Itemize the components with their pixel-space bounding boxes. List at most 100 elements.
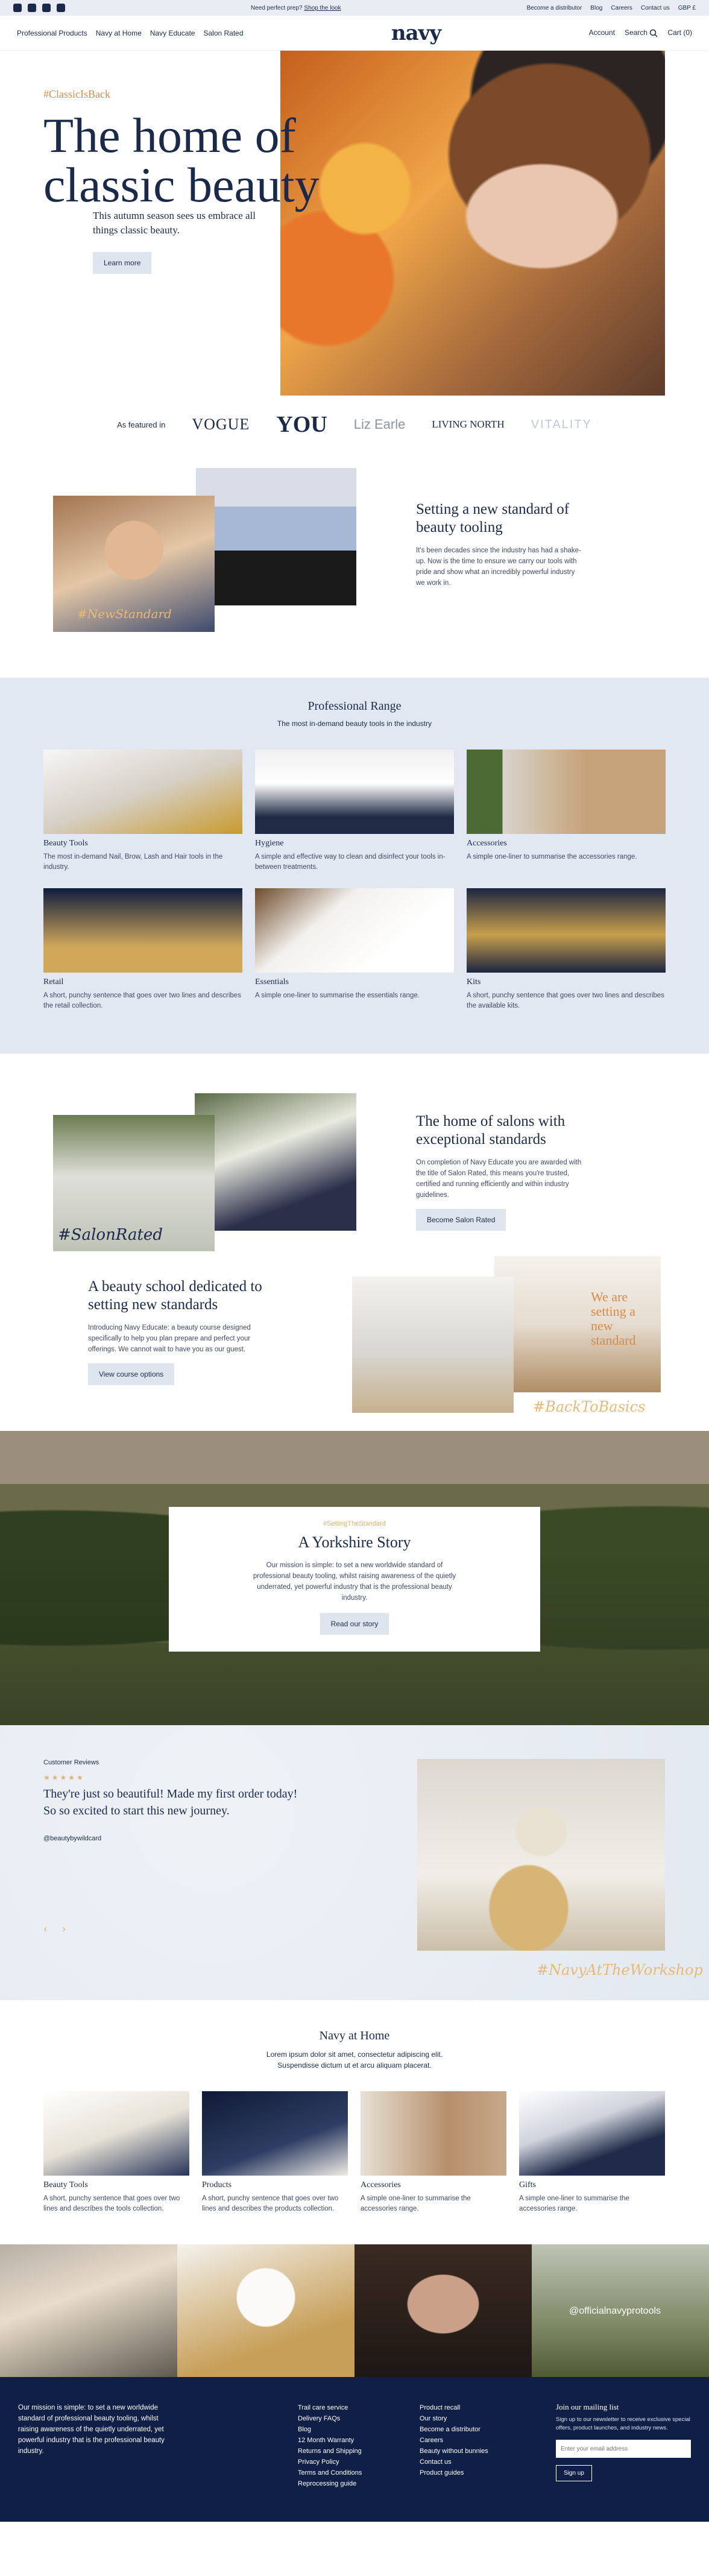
customer-review-section: Customer Reviews ★★★★★ They're just so b… — [0, 1725, 709, 2000]
home-tile-title: Accessories — [361, 2180, 401, 2189]
featured-label: As featured in — [117, 420, 166, 429]
facebook-icon[interactable] — [28, 4, 36, 12]
story-card: #SettingTheStandard A Yorkshire Story Ou… — [169, 1507, 540, 1652]
range-image — [255, 750, 454, 834]
instagram-post[interactable] — [0, 2244, 177, 2377]
review-handle: @beautybywildcard — [43, 1835, 102, 1842]
home-image — [519, 2091, 665, 2176]
cart-label: Cart — [667, 28, 681, 37]
footer-link[interactable]: Careers — [420, 2435, 488, 2446]
home-tile-desc: A short, punchy sentence that goes over … — [202, 2195, 339, 2212]
main-nav: Professional Products Navy at Home Navy … — [17, 29, 244, 37]
story-body: Our mission is simple: to set a new worl… — [253, 1562, 456, 1602]
newsletter-email-input[interactable] — [556, 2440, 691, 2458]
newsletter-signup-button[interactable]: Sign up — [556, 2465, 592, 2481]
utility-link-careers[interactable]: Careers — [611, 5, 632, 11]
newsletter-desc: Sign up to our newsletter to receive exc… — [556, 2416, 690, 2431]
home-tile-products[interactable]: Products A short, punchy sentence that g… — [202, 2091, 348, 2214]
liz-earle-logo: Liz Earle — [353, 417, 406, 432]
footer-link[interactable]: Become a distributor — [420, 2424, 488, 2435]
nav-item-professional-products[interactable]: Professional Products — [17, 29, 87, 37]
footer-link[interactable]: Reprocessing guide — [298, 2478, 362, 2489]
account-link[interactable]: Account — [589, 28, 615, 37]
instagram-post[interactable] — [177, 2244, 354, 2377]
cart-count: (0) — [683, 28, 692, 37]
nav-item-navy-at-home[interactable]: Navy at Home — [96, 29, 142, 37]
site-logo[interactable]: navy — [391, 21, 441, 45]
school-body: Introducing Navy Educate: a beauty cours… — [88, 1324, 251, 1353]
chevron-left-icon[interactable]: ‹ — [43, 1922, 48, 1936]
range-tile-desc: The most in-demand Nail, Brow, Lash and … — [43, 853, 223, 871]
footer-link[interactable]: Product recall — [420, 2402, 488, 2413]
currency-selector[interactable]: GBP £ — [678, 5, 696, 11]
school-script: #BackToBasics — [533, 1398, 646, 1415]
hero-learn-more-button[interactable]: Learn more — [93, 252, 152, 274]
footer-link[interactable]: Delivery FAQs — [298, 2413, 362, 2424]
home-image — [202, 2091, 348, 2176]
range-tile-beauty-tools[interactable]: Beauty Tools The most in-demand Nail, Br… — [43, 750, 242, 873]
range-tile-essentials[interactable]: Essentials A simple one-liner to summari… — [255, 888, 454, 1011]
nav-item-navy-educate[interactable]: Navy Educate — [150, 29, 195, 37]
read-our-story-button[interactable]: Read our story — [320, 1613, 389, 1635]
range-grid: Beauty Tools The most in-demand Nail, Br… — [43, 750, 666, 1011]
utility-link-contact[interactable]: Contact us — [641, 5, 670, 11]
range-tile-kits[interactable]: Kits A short, punchy sentence that goes … — [467, 888, 666, 1011]
range-tile-title: Retail — [43, 977, 64, 987]
home-tile-title: Products — [202, 2180, 232, 2189]
home-tile-desc: A short, punchy sentence that goes over … — [43, 2195, 180, 2212]
home-tile-title: Gifts — [519, 2180, 536, 2189]
home-tile-beauty-tools[interactable]: Beauty Tools A short, punchy sentence th… — [43, 2091, 189, 2214]
range-tile-hygiene[interactable]: Hygiene A simple and effective way to cl… — [255, 750, 454, 873]
featured-in-strip: As featured in VOGUE YOU Liz Earle LIVIN… — [0, 400, 709, 449]
hero-image — [280, 51, 665, 396]
home-tile-accessories[interactable]: Accessories A simple one-liner to summar… — [361, 2091, 506, 2214]
salon-title: The home of salons with exceptional stan… — [416, 1113, 566, 1148]
become-salon-rated-button[interactable]: Become Salon Rated — [416, 1209, 506, 1231]
home-tile-desc: A simple one-liner to summarise the acce… — [361, 2195, 471, 2212]
range-tile-accessories[interactable]: Accessories A simple one-liner to summar… — [467, 750, 666, 873]
footer-link[interactable]: Returns and Shipping — [298, 2446, 362, 2457]
search-label: Search — [624, 28, 648, 37]
instagram-handle[interactable]: @officialnavyprotools — [569, 2306, 661, 2317]
footer-link[interactable]: Trail care service — [298, 2402, 362, 2413]
search-button[interactable]: Search — [625, 28, 658, 37]
footer-link[interactable]: Contact us — [420, 2457, 488, 2467]
home-lede: Lorem ipsum dolor sit amet, consectetur … — [266, 2050, 443, 2069]
range-tile-retail[interactable]: Retail A short, punchy sentence that goe… — [43, 888, 242, 1011]
home-tile-title: Beauty Tools — [43, 2180, 88, 2189]
footer-link[interactable]: Privacy Policy — [298, 2457, 362, 2467]
header-tools: Account Search Cart (0) — [589, 28, 692, 37]
search-icon — [650, 29, 658, 37]
school-sign: We are setting a new standard — [591, 1289, 636, 1348]
standard-title: Setting a new standard of beauty tooling — [416, 501, 570, 535]
range-tile-title: Hygiene — [255, 839, 284, 848]
instagram-post[interactable]: @officialnavyprotools — [532, 2244, 709, 2377]
footer-link[interactable]: Product guides — [420, 2467, 488, 2478]
nav-item-salon-rated[interactable]: Salon Rated — [203, 29, 243, 37]
utility-link-blog[interactable]: Blog — [590, 5, 602, 11]
home-tile-gifts[interactable]: Gifts A simple one-liner to summarise th… — [519, 2091, 665, 2214]
youtube-icon[interactable] — [57, 4, 65, 12]
hero-hashtag: #ClassicIsBack — [43, 88, 110, 100]
promo-link[interactable]: Shop the look — [304, 5, 341, 11]
review-script: #NavyAtTheWorkshop — [537, 1962, 703, 1978]
instagram-post[interactable] — [354, 2244, 532, 2377]
instagram-icon[interactable] — [13, 4, 22, 12]
footer-link[interactable]: Beauty without bunnies — [420, 2446, 488, 2457]
footer-link[interactable]: Our story — [420, 2413, 488, 2424]
home-tile-desc: A simple one-liner to summarise the acce… — [519, 2195, 629, 2212]
utility-link-distributor[interactable]: Become a distributor — [527, 5, 582, 11]
range-image — [467, 750, 666, 834]
salon-image-back — [195, 1093, 356, 1231]
chevron-right-icon[interactable]: › — [62, 1922, 66, 1936]
utility-bar: Need perfect prep? Shop the look Become … — [0, 0, 709, 16]
cart-button[interactable]: Cart (0) — [667, 28, 692, 37]
range-tile-desc: A short, punchy sentence that goes over … — [467, 992, 664, 1009]
home-grid: Beauty Tools A short, punchy sentence th… — [43, 2091, 666, 2214]
footer-link[interactable]: Blog — [298, 2424, 362, 2435]
footer-link[interactable]: Terms and Conditions — [298, 2467, 362, 2478]
view-course-options-button[interactable]: View course options — [88, 1363, 175, 1385]
footer-link[interactable]: 12 Month Warranty — [298, 2435, 362, 2446]
twitter-icon[interactable] — [42, 4, 51, 12]
hero-subtitle: This autumn season sees us embrace all t… — [93, 210, 256, 236]
